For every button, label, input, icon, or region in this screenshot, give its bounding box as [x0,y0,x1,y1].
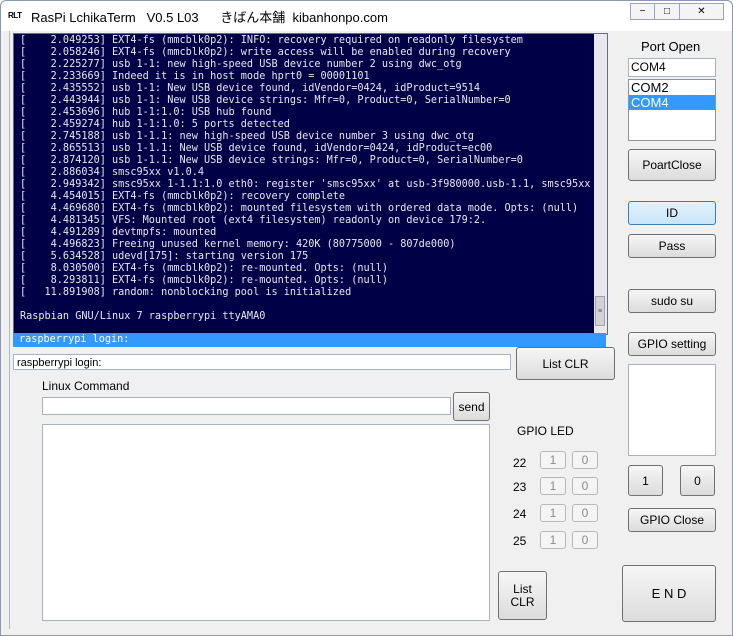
gpio-24-on-indicator: 1 [540,504,566,522]
gpio-pin-label: 22 [513,456,527,470]
terminal-line: [ 2.886034] smsc95xx v1.0.4 [20,167,205,178]
list-clr-button[interactable]: List CLR [516,347,615,380]
port-select-field[interactable]: COM4 [628,58,716,77]
scroll-thumb[interactable]: ≡ [595,296,605,326]
title-bar: RLT RasPi LchikaTerm V0.5 L03 きばん本舗 kiba… [1,1,732,31]
id-button[interactable]: ID [628,201,716,225]
maximize-icon: □ [663,6,671,17]
client-area: [ 2.049253] EXT4-fs (mmcblk0p2): INFO: r… [9,31,727,629]
send-button[interactable]: send [453,392,490,421]
list-clr-small-button[interactable]: List CLR [498,571,547,620]
maximize-button[interactable]: □ [655,3,680,20]
window-controls: − □ ✕ [630,3,724,22]
terminal-line: [ 2.949342] smsc95xx 1-1.1:1.0 eth0: reg… [20,179,594,190]
terminal-line: [ 4.481345] VFS: Mounted root (ext4 file… [20,215,487,226]
gpio-25-on-indicator: 1 [540,531,566,549]
gpio-pin-label: 24 [513,507,527,521]
terminal-line: [ 2.233669] Indeed it is in host mode hp… [20,71,370,82]
terminal-line: [ 2.745188] usb 1-1.1: new high-speed US… [20,131,474,142]
app-logo-icon: RLT [8,11,22,20]
close-button[interactable]: ✕ [680,3,724,20]
terminal-line: [ 4.496823] Freeing unused kernel memory… [20,239,456,250]
minimize-button[interactable]: − [630,3,655,20]
sudo-su-button[interactable]: sudo su [628,289,716,313]
gpio-setting-button[interactable]: GPIO setting [628,332,716,356]
terminal-line: [ 2.453696] hub 1-1:1.0: USB hub found [20,107,272,118]
terminal-line: [ 2.435552] usb 1-1: New USB device foun… [20,83,481,94]
gpio-22-off-indicator: 0 [572,451,598,469]
terminal-line: [ 2.058246] EXT4-fs (mmcblk0p2): write a… [20,47,511,58]
gpio-pin-label: 23 [513,480,527,494]
list-clr-small-label-2: CLR [510,594,535,609]
window-title: RasPi LchikaTerm V0.5 L03 きばん本舗 kibanhon… [31,10,388,25]
gpio-close-button[interactable]: GPIO Close [628,508,716,532]
end-button[interactable]: E N D [622,565,716,622]
gpio-24-off-indicator: 0 [572,504,598,522]
terminal-line: [ 4.454015] EXT4-fs (mmcblk0p2): recover… [20,191,346,202]
gpio-23-on-indicator: 1 [540,477,566,495]
gpio-pin-label: 25 [513,534,527,548]
gpio-off-button[interactable]: 0 [680,465,715,496]
gpio-23-off-indicator: 0 [572,477,598,495]
port-option-com2[interactable]: COM2 [629,80,715,95]
terminal-line: [ 2.443944] usb 1-1: New USB device stri… [20,95,511,106]
port-open-label: Port Open [641,39,701,54]
gpio-on-button[interactable]: 1 [628,465,663,496]
command-output-area[interactable] [42,424,490,621]
list-clr-small-label-1: List [513,581,532,596]
terminal-line: [ 2.874120] usb 1-1.1: New USB device st… [20,155,523,166]
poart-close-button[interactable]: PoartClose [628,149,716,181]
gpio-25-off-indicator: 0 [572,531,598,549]
close-icon: ✕ [697,6,706,17]
pass-button[interactable]: Pass [628,234,716,258]
gpio-led-label: GPIO LED [517,424,574,438]
port-list[interactable]: COM2 COM4 [628,79,716,141]
port-option-com4[interactable]: COM4 [629,95,715,110]
terminal-output[interactable]: [ 2.049253] EXT4-fs (mmcblk0p2): INFO: r… [13,33,608,335]
terminal-line: [ 2.049253] EXT4-fs (mmcblk0p2): INFO: r… [20,35,523,46]
gpio-setting-list[interactable] [628,364,716,456]
app-window: RLT RasPi LchikaTerm V0.5 L03 きばん本舗 kiba… [0,0,733,636]
terminal-line: [ 2.459274] hub 1-1:1.0: 5 ports detecte… [20,119,290,130]
terminal-line: [ 4.491289] devtmpfs: mounted [20,227,217,238]
terminal-selected-line[interactable]: raspberrypi login: [13,333,606,347]
grip-icon: ≡ [597,307,603,315]
terminal-line: [ 2.225277] usb 1-1: new high-speed USB … [20,59,462,70]
terminal-lines: [ 2.049253] EXT4-fs (mmcblk0p2): INFO: r… [20,35,594,323]
gpio-22-on-indicator: 1 [540,451,566,469]
terminal-line: [ 8.030500] EXT4-fs (mmcblk0p2): re-moun… [20,263,389,274]
terminal-line: Raspbian GNU/Linux 7 raspberrypi ttyAMA0 [20,311,266,322]
terminal-line: [ 2.865513] usb 1-1.1: New USB device fo… [20,143,493,154]
terminal-line: [ 11.891908] random: nonblocking pool is… [20,287,352,298]
login-prompt-field[interactable]: raspberrypi login: [13,354,511,370]
terminal-line: [ 5.634528] udevd[175]: starting version… [20,251,309,262]
minimize-icon: − [639,6,646,17]
linux-command-label: Linux Command [42,379,130,393]
terminal-scrollbar[interactable]: ≡ [594,34,607,334]
terminal-line: [ 4.469680] EXT4-fs (mmcblk0p2): mounted… [20,203,579,214]
linux-command-input[interactable] [42,397,451,415]
terminal-line: [ 8.293811] EXT4-fs (mmcblk0p2): re-moun… [20,275,389,286]
